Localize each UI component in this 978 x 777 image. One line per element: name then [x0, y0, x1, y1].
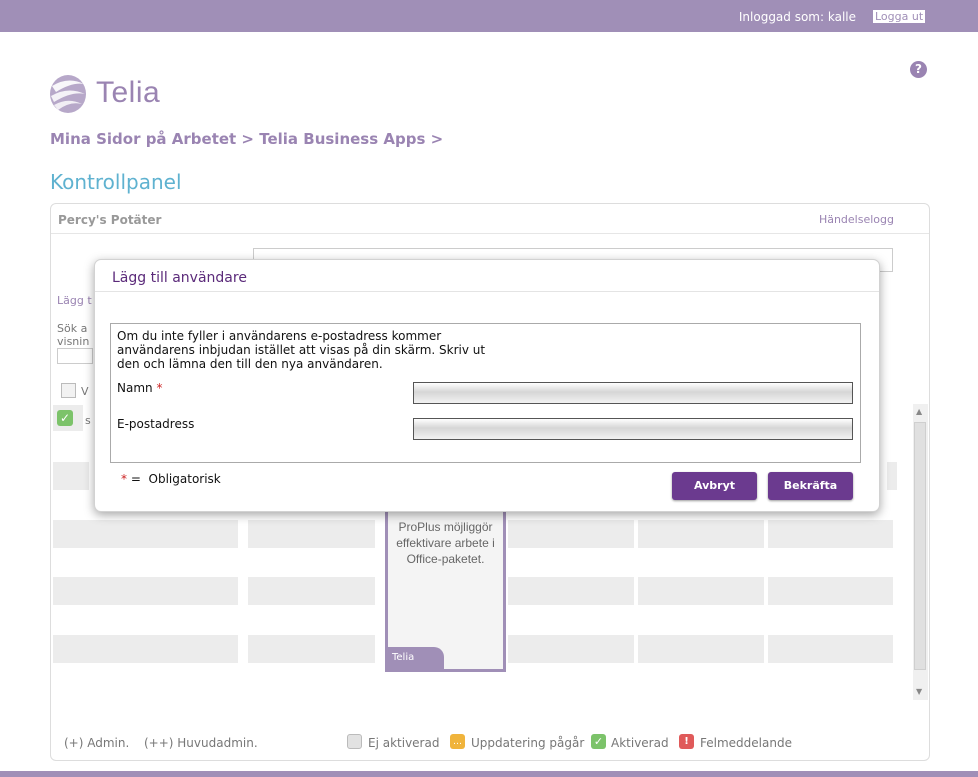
scroll-up-arrow-icon[interactable]: ▲	[916, 407, 922, 416]
top-bar: Inloggad som: kalle Logga ut	[0, 0, 978, 32]
activated-icon: ✓	[591, 734, 606, 749]
grid-cell	[53, 577, 238, 605]
legend-head-admin: (++) Huvudadmin.	[144, 736, 258, 750]
grid-cell	[508, 577, 634, 605]
name-field[interactable]	[413, 382, 853, 404]
grid-cell	[248, 520, 375, 548]
grid-cell	[638, 635, 764, 663]
page-title: Kontrollpanel	[50, 170, 182, 194]
mandatory-equals: =	[130, 472, 141, 486]
grid-cell	[508, 635, 634, 663]
grid-cell	[638, 520, 764, 548]
not-activated-icon	[347, 734, 362, 749]
required-asterisk: *	[156, 381, 163, 395]
cancel-button[interactable]: Avbryt	[672, 472, 757, 500]
email-label: E-postadress	[117, 417, 195, 431]
breadcrumb[interactable]: Mina Sidor på Arbetet > Telia Business A…	[50, 130, 443, 148]
grid-cell	[53, 520, 238, 548]
mandatory-legend: * = Obligatorisk	[121, 472, 221, 486]
legend-error: Felmeddelande	[700, 736, 792, 750]
app-card-brand-tag: Telia	[388, 647, 444, 669]
legend-admin: (+) Admin.	[64, 736, 130, 750]
panel-header: Percy's Potäter Händelselogg	[51, 204, 929, 234]
legend-updating: Uppdatering pågår	[471, 736, 585, 750]
vertical-scrollbar[interactable]: ▲ ▼	[913, 404, 928, 700]
app-card-brand: Telia	[392, 652, 415, 663]
mandatory-asterisk: *	[121, 472, 127, 486]
error-icon: !	[679, 734, 694, 749]
name-label: Namn *	[117, 381, 162, 395]
name-label-text: Namn	[117, 381, 153, 395]
background-view-label: visnin	[57, 335, 90, 348]
bottom-bar	[0, 771, 978, 777]
grid-cell	[768, 520, 893, 548]
app-card-proplus[interactable]: ProPlus möjliggör effektivare arbete i O…	[385, 509, 506, 672]
dialog-divider	[95, 291, 879, 292]
company-name: Percy's Potäter	[58, 213, 162, 227]
background-input	[57, 348, 93, 364]
grid-cell	[248, 577, 375, 605]
dialog-info-text: Om du inte fyller i användarens e-postad…	[117, 329, 486, 371]
grid-cell	[887, 462, 897, 490]
logout-button[interactable]: Logga ut	[873, 10, 926, 23]
scrollbar-thumb[interactable]	[914, 422, 926, 670]
logo-text: Telia	[96, 76, 161, 109]
background-checkbox	[61, 383, 76, 398]
add-user-form: Om du inte fyller i användarens e-postad…	[110, 323, 861, 463]
background-select-label: V	[81, 385, 89, 398]
grid-cell	[508, 520, 634, 548]
legend-activated: Aktiverad	[611, 736, 669, 750]
updating-icon: …	[450, 734, 465, 749]
grid-cell	[53, 635, 238, 663]
grid-cell	[768, 577, 893, 605]
background-row-label: s	[85, 414, 91, 427]
confirm-button[interactable]: Bekräfta	[768, 472, 853, 500]
add-user-dialog: Lägg till användare Om du inte fyller i …	[94, 259, 880, 512]
grid-cell	[768, 635, 893, 663]
dialog-title: Lägg till användare	[112, 270, 247, 286]
event-log-link[interactable]: Händelselogg	[819, 213, 894, 226]
mandatory-text: Obligatorisk	[148, 472, 221, 486]
scroll-down-arrow-icon[interactable]: ▼	[916, 687, 922, 696]
help-icon[interactable]: ?	[910, 61, 927, 78]
grid-cell	[248, 635, 375, 663]
background-activated-icon: ✓	[57, 410, 73, 426]
email-field[interactable]	[413, 418, 853, 440]
grid-cell	[638, 577, 764, 605]
app-card-description: ProPlus möjliggör effektivare arbete i O…	[396, 520, 495, 566]
logged-in-text: Inloggad som: kalle	[738, 10, 856, 24]
background-search-label: Sök a	[57, 322, 88, 335]
legend-not-activated: Ej aktiverad	[368, 736, 440, 750]
background-add-link: Lägg t	[57, 294, 92, 307]
grid-cell	[53, 462, 89, 490]
